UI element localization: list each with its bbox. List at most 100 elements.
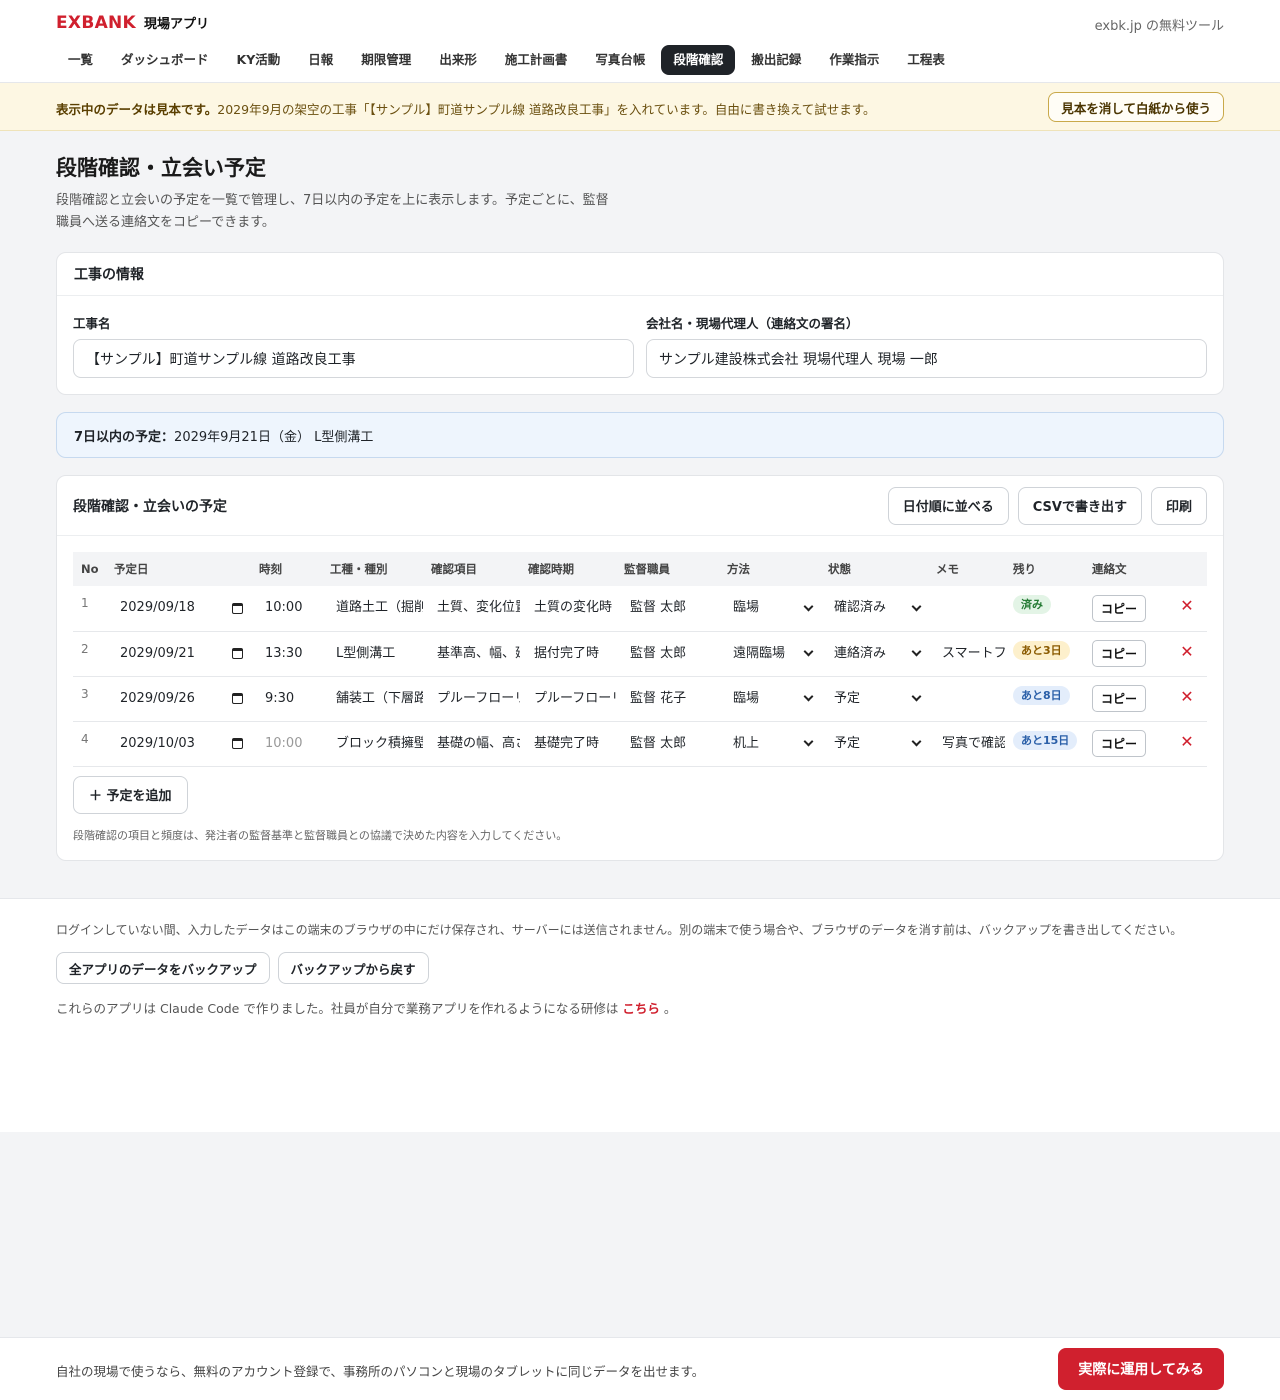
memo-input[interactable] [936,681,1005,717]
add-schedule-button[interactable]: ＋ 予定を追加 [73,775,188,814]
schedule-note: 段階確認の項目と頻度は、発注者の監督基準と監督職員との協議で決めた内容を入力して… [73,828,568,842]
delete-row-icon[interactable]: ✕ [1167,687,1207,706]
date-input[interactable]: 2029/09/26 [114,681,251,717]
copy-message-button[interactable]: コピー [1092,640,1147,667]
timing-input[interactable]: 基礎完了時 [528,726,616,762]
method-value: 臨場 [733,690,760,706]
time-input[interactable]: 10:00 [259,590,322,626]
work-input[interactable]: 道路土工（掘削） [330,590,423,626]
work-input[interactable]: L型側溝工 [330,636,423,672]
col-no: No [81,562,99,576]
calendar-icon[interactable] [232,738,243,749]
copy-message-button[interactable]: コピー [1092,730,1147,757]
print-button[interactable]: 印刷 [1150,486,1207,525]
delete-row-icon[interactable]: ✕ [1167,732,1207,751]
schedule-title: 段階確認・立会いの予定 [73,498,227,515]
nav-item-list[interactable]: 一覧 [56,45,105,75]
col-message: 連絡文 [1092,562,1127,576]
time-input[interactable]: 10:00 [259,726,322,762]
supervisor-input[interactable]: 監督 太郎 [624,726,719,762]
sample-data-banner: 表示中のデータは見本です。2029年9月の架空の工事「【サンプル】町道サンプル線… [0,83,1280,131]
date-value: 2029/09/18 [120,600,195,616]
nav-item-dekigata[interactable]: 出来形 [427,45,489,75]
chevron-down-icon [803,691,814,702]
nav-item-deadline[interactable]: 期限管理 [349,45,423,75]
item-input[interactable]: 基礎の幅、高さ [431,726,520,762]
calendar-icon[interactable] [232,648,243,659]
time-input[interactable]: 13:30 [259,636,322,672]
method-select[interactable]: 臨場 [727,590,820,626]
copy-message-button[interactable]: コピー [1092,685,1147,712]
chevron-down-icon [803,736,814,747]
delete-row-icon[interactable]: ✕ [1167,596,1207,615]
work-input[interactable]: ブロック積擁壁工 [330,726,423,762]
project-info-title: 工事の情報 [57,253,1223,296]
item-input[interactable]: 基準高、幅、延長 [431,636,520,672]
free-tool-label: exbk.jp の無料ツール [1094,19,1224,34]
method-select[interactable]: 臨場 [727,681,820,717]
supervisor-input[interactable]: 監督 太郎 [624,590,719,626]
upcoming-notice: 7日以内の予定： 2029年9月21日（金） L型側溝工 [56,412,1224,458]
row-no: 3 [73,676,106,722]
method-value: 遠隔臨場 [733,645,786,661]
supervisor-input[interactable]: 監督 太郎 [624,636,719,672]
copy-message-button[interactable]: コピー [1092,594,1147,622]
time-input[interactable]: 9:30 [259,681,322,717]
remaining-badge: あと8日 [1013,685,1070,705]
sort-by-date-button[interactable]: 日付順に並べる [887,486,1009,525]
method-select[interactable]: 机上 [727,726,820,762]
calendar-icon[interactable] [232,693,243,704]
date-input[interactable]: 2029/09/21 [114,636,251,672]
timing-input[interactable]: 据付完了時 [528,636,616,672]
restore-backup-button[interactable]: バックアップから戻す [277,952,429,984]
method-select[interactable]: 遠隔臨場 [727,636,820,672]
bottom-cta-bar: 自社の現場で使うなら、無料のアカウント登録で、事務所のパソコンと現場のタブレット… [0,1337,1280,1400]
company-input[interactable] [646,339,1207,378]
supervisor-input[interactable]: 監督 花子 [624,681,719,717]
memo-input[interactable]: スマートフォン [936,636,1005,672]
chevron-down-icon [911,691,922,702]
project-name-input[interactable] [73,339,634,378]
try-operation-button[interactable]: 実際に運用してみる [1058,1348,1224,1390]
status-select[interactable]: 確認済み [828,590,928,626]
nav-item-removal-record[interactable]: 搬出記録 [739,45,813,75]
col-memo: メモ [936,562,959,576]
chevron-down-icon [803,601,814,612]
table-row: 4 2029/10/03 10:00 ブロック積擁壁工 基礎の幅、高さ 基礎完了… [73,721,1207,767]
item-input[interactable]: 土質、変化位置 [431,590,520,626]
remaining-badge: 済み [1013,595,1051,614]
clear-sample-button[interactable]: 見本を消して白紙から使う [1048,92,1224,122]
nav-item-dashboard[interactable]: ダッシュボード [109,45,221,75]
nav-item-ky[interactable]: KY活動 [225,45,293,75]
item-input[interactable]: プルーフローリング [431,681,520,717]
nav-item-schedule[interactable]: 工程表 [895,45,957,75]
status-select[interactable]: 予定 [828,726,928,762]
chevron-down-icon [911,646,922,657]
backup-all-button[interactable]: 全アプリのデータをバックアップ [56,952,270,984]
memo-input[interactable]: 写真で確認 [936,726,1005,762]
brand[interactable]: EXBANK 現場アプリ [56,13,209,33]
banner-text: 2029年9月の架空の工事「【サンプル】町道サンプル線 道路改良工事」を入れてい… [217,102,876,117]
timing-input[interactable]: 土質の変化時 [528,590,616,626]
nav-item-photo-ledger[interactable]: 写真台帳 [583,45,657,75]
date-input[interactable]: 2029/10/03 [114,726,251,762]
nav-item-stage-inspection[interactable]: 段階確認 [661,45,736,75]
training-link[interactable]: こちら [622,1001,660,1016]
row-no: 4 [73,721,106,767]
app-name: 現場アプリ [144,17,210,32]
method-value: 臨場 [733,600,760,616]
timing-input[interactable]: プルーフローリング時 [528,681,616,717]
status-select[interactable]: 予定 [828,681,928,717]
csv-export-button[interactable]: CSVで書き出す [1017,486,1142,525]
status-select[interactable]: 連絡済み [828,636,928,672]
nav-item-work-instruction[interactable]: 作業指示 [817,45,891,75]
nav-item-construction-plan[interactable]: 施工計画書 [493,45,580,75]
banner-bold: 表示中のデータは見本です。 [56,102,218,117]
main-content: 段階確認・立会い予定 段階確認と立会いの予定を一覧で管理し、7日以内の予定を上に… [56,131,1224,861]
delete-row-icon[interactable]: ✕ [1167,642,1207,661]
date-input[interactable]: 2029/09/18 [114,590,251,626]
memo-input[interactable] [936,590,1005,626]
nav-item-daily-report[interactable]: 日報 [296,45,345,75]
calendar-icon[interactable] [232,602,243,614]
work-input[interactable]: 舗装工（下層路盤） [330,681,423,717]
